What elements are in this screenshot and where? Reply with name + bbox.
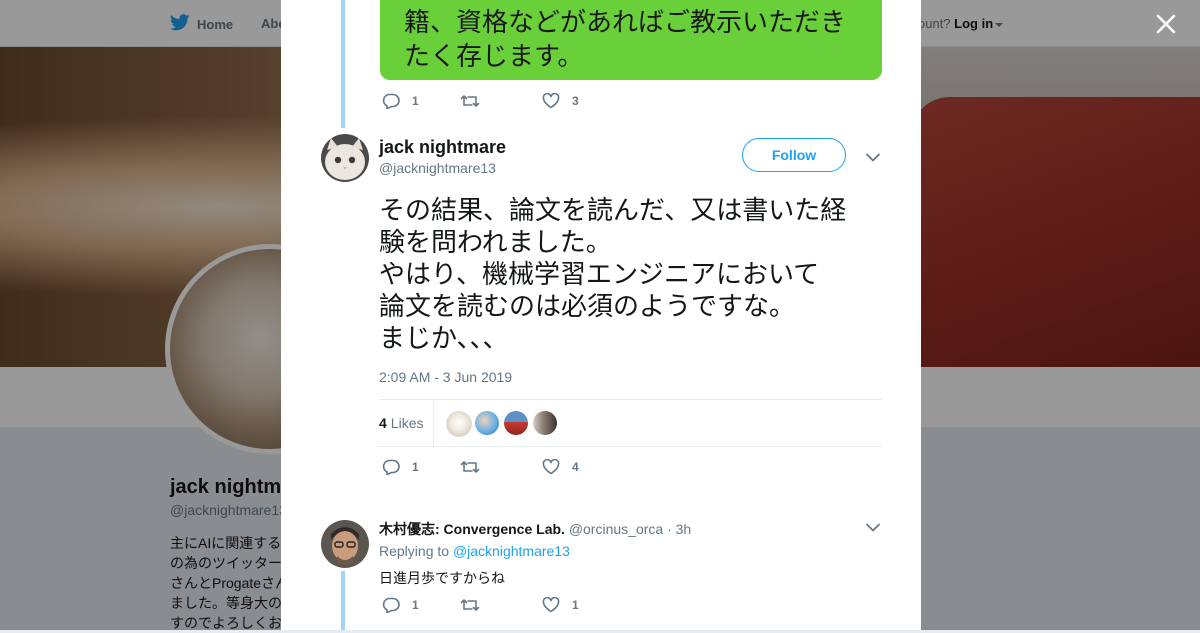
reply-tweet-actions: 1 1 — [382, 597, 602, 613]
liker-avatar[interactable] — [504, 411, 528, 435]
main-tweet-avatar[interactable] — [321, 134, 369, 182]
like-button[interactable]: 4 — [542, 459, 602, 475]
thread-connector-line — [341, 0, 345, 128]
reply-button[interactable]: 1 — [382, 459, 460, 475]
main-tweet-actions: 1 4 — [382, 459, 602, 475]
reply-count: 1 — [412, 598, 419, 612]
liker-avatar[interactable] — [533, 411, 557, 435]
reply-icon — [382, 93, 400, 109]
tweet-permalink-modal: 籍、資格などがあればご教示いただき たく存じます。 1 3 jack night… — [281, 0, 921, 630]
likes-number: 4 — [379, 415, 387, 431]
tweet-timestamp[interactable]: 2:09 AM - 3 Jun 2019 — [379, 369, 512, 385]
tweet-text-line: 験を問われました。 — [379, 228, 612, 258]
like-count: 1 — [572, 598, 579, 612]
chevron-down-icon[interactable] — [865, 149, 881, 165]
reply-button[interactable]: 1 — [382, 597, 460, 613]
replying-to-handle[interactable]: @jacknightmare13 — [453, 543, 570, 559]
likes-count-link[interactable]: 4 Likes — [379, 415, 423, 431]
reply-icon — [382, 459, 400, 475]
retweet-button[interactable] — [460, 459, 542, 475]
replying-prefix: Replying to — [379, 543, 450, 559]
like-button[interactable]: 3 — [542, 93, 602, 109]
previous-tweet-image[interactable]: 籍、資格などがあればご教示いただき たく存じます。 — [380, 0, 882, 80]
reply-author-handle[interactable]: @orcinus_orca — [569, 521, 663, 537]
reply-tweet-header: 木村優志: Convergence Lab. @orcinus_orca · 3… — [379, 519, 691, 539]
retweet-button[interactable] — [460, 93, 542, 109]
follow-button[interactable]: Follow — [742, 138, 846, 172]
main-tweet-author-name[interactable]: jack nightmare — [379, 137, 506, 158]
tweet-text-line: まじか、、、 — [379, 324, 509, 354]
previous-tweet-actions: 1 3 — [382, 93, 602, 109]
likes-divider — [433, 400, 434, 446]
reply-tweet-text: 日進月歩ですからね — [379, 571, 505, 587]
like-count: 4 — [572, 460, 579, 474]
likes-summary-bar: 4 Likes — [379, 399, 882, 447]
reply-author-name[interactable]: 木村優志: Convergence Lab. — [379, 521, 565, 537]
reply-count: 1 — [412, 94, 419, 108]
chevron-down-icon[interactable] — [865, 519, 881, 535]
likes-label: Likes — [390, 415, 424, 431]
reply-button[interactable]: 1 — [382, 93, 460, 109]
like-button[interactable]: 1 — [542, 597, 602, 613]
heart-icon — [542, 597, 560, 613]
retweet-button[interactable] — [460, 597, 542, 613]
main-tweet-text: その結果、論文を読んだ、又は書いた経 験を問われました。 やはり、機械学習エンジ… — [379, 195, 889, 355]
replying-to-line: Replying to @jacknightmare13 — [379, 543, 570, 559]
liker-avatar[interactable] — [446, 411, 472, 437]
reply-icon — [382, 597, 400, 613]
tweet-text-line: 論文を読むのは必須のようですな。 — [379, 292, 796, 322]
bubble-text-line: 籍、資格などがあればご教示いただき — [404, 8, 847, 38]
retweet-icon — [460, 93, 480, 109]
reply-count: 1 — [412, 460, 419, 474]
liker-avatar[interactable] — [475, 411, 499, 435]
main-tweet-author-handle[interactable]: @jacknightmare13 — [379, 160, 496, 176]
reply-time[interactable]: · 3h — [667, 521, 691, 537]
heart-icon — [542, 459, 560, 475]
tweet-text-line: やはり、機械学習エンジニアにおいて — [379, 260, 820, 290]
bubble-text-line: たく存じます。 — [404, 42, 584, 72]
retweet-icon — [460, 597, 480, 613]
retweet-icon — [460, 459, 480, 475]
like-count: 3 — [572, 94, 579, 108]
tweet-text-line: その結果、論文を読んだ、又は書いた経 — [379, 196, 847, 226]
thread-connector-line — [341, 571, 345, 630]
heart-icon — [542, 93, 560, 109]
close-icon[interactable] — [1154, 12, 1178, 36]
reply-tweet-avatar[interactable] — [321, 520, 369, 568]
